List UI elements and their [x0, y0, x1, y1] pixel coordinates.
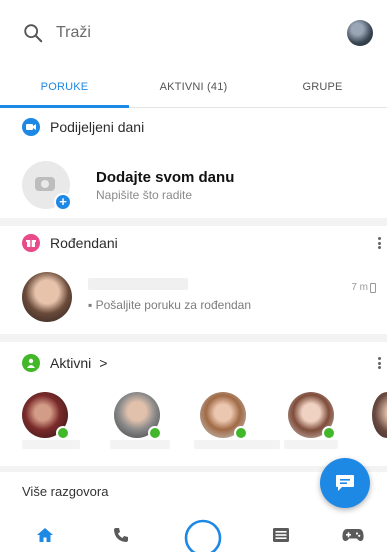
- contact-name-placeholder: [22, 440, 80, 449]
- add-story-title: Dodajte svom danu: [96, 168, 235, 186]
- birthday-time: 7 m: [351, 282, 376, 293]
- section-divider: [0, 218, 387, 226]
- contact-name-placeholder: [110, 440, 170, 449]
- stories-header: Podijeljeni dani: [0, 110, 387, 144]
- contact-name-placeholder: [88, 278, 188, 290]
- online-indicator: [322, 426, 336, 440]
- camera-circle-icon[interactable]: [180, 518, 226, 552]
- online-indicator: [56, 426, 70, 440]
- tab-poruke[interactable]: PORUKE: [0, 66, 129, 108]
- tab-aktivni[interactable]: AKTIVNI (41): [129, 66, 258, 107]
- contact-name-placeholder: [194, 440, 280, 449]
- active-contact-avatar[interactable]: [22, 392, 70, 440]
- add-story-item[interactable]: + Dodajte svom danu Napišite što radite: [22, 157, 362, 213]
- online-indicator: [148, 426, 162, 440]
- active-contacts-row: [22, 388, 387, 449]
- active-contact-avatar[interactable]: [200, 392, 248, 440]
- device-icon: [370, 282, 376, 293]
- contact-avatar[interactable]: [22, 272, 72, 322]
- plus-icon: +: [54, 193, 72, 211]
- more-conversations-label[interactable]: Više razgovora: [22, 484, 108, 499]
- search-icon[interactable]: [22, 22, 44, 44]
- online-indicator: [234, 426, 248, 440]
- add-story-avatar[interactable]: +: [22, 161, 72, 211]
- active-contact-avatar[interactable]: [114, 392, 162, 440]
- phone-icon[interactable]: [106, 518, 136, 552]
- birthdays-more-icon[interactable]: [378, 237, 381, 249]
- bottom-navigation: [0, 518, 387, 552]
- home-icon[interactable]: [30, 518, 60, 552]
- profile-avatar[interactable]: [347, 20, 373, 46]
- contact-name-placeholder: [284, 440, 338, 449]
- active-more-icon[interactable]: [378, 357, 381, 369]
- person-icon: [22, 354, 40, 372]
- birthday-list-item[interactable]: ▪ Pošaljite poruku za rođendan 7 m: [22, 270, 382, 324]
- time-label: 7 m: [351, 282, 368, 293]
- birthdays-title: Rođendani: [50, 235, 118, 251]
- tab-bar: PORUKE AKTIVNI (41) GRUPE: [0, 66, 387, 108]
- tab-grupe[interactable]: GRUPE: [258, 66, 387, 107]
- active-header[interactable]: Aktivni >: [0, 346, 387, 380]
- active-contact-avatar[interactable]: [288, 392, 336, 440]
- search-bar[interactable]: Traži: [0, 0, 387, 66]
- list-icon[interactable]: [266, 518, 296, 552]
- gift-icon: [22, 234, 40, 252]
- birthday-message: ▪ Pošaljite poruku za rođendan: [88, 298, 252, 312]
- new-message-button[interactable]: [320, 458, 370, 508]
- chevron-right-icon: >: [99, 355, 108, 371]
- search-input[interactable]: Traži: [56, 24, 347, 42]
- section-divider: [0, 334, 387, 342]
- stories-title: Podijeljeni dani: [50, 119, 145, 135]
- gamepad-icon[interactable]: [336, 518, 370, 552]
- birthdays-header: Rođendani: [0, 226, 387, 260]
- chat-bubble-icon: [336, 475, 354, 491]
- camera-icon: [22, 118, 40, 136]
- active-title: Aktivni: [50, 355, 92, 371]
- active-contact-avatar[interactable]: [372, 392, 387, 438]
- camera-placeholder-icon: [35, 177, 55, 191]
- add-story-subtitle: Napišite što radite: [96, 187, 193, 202]
